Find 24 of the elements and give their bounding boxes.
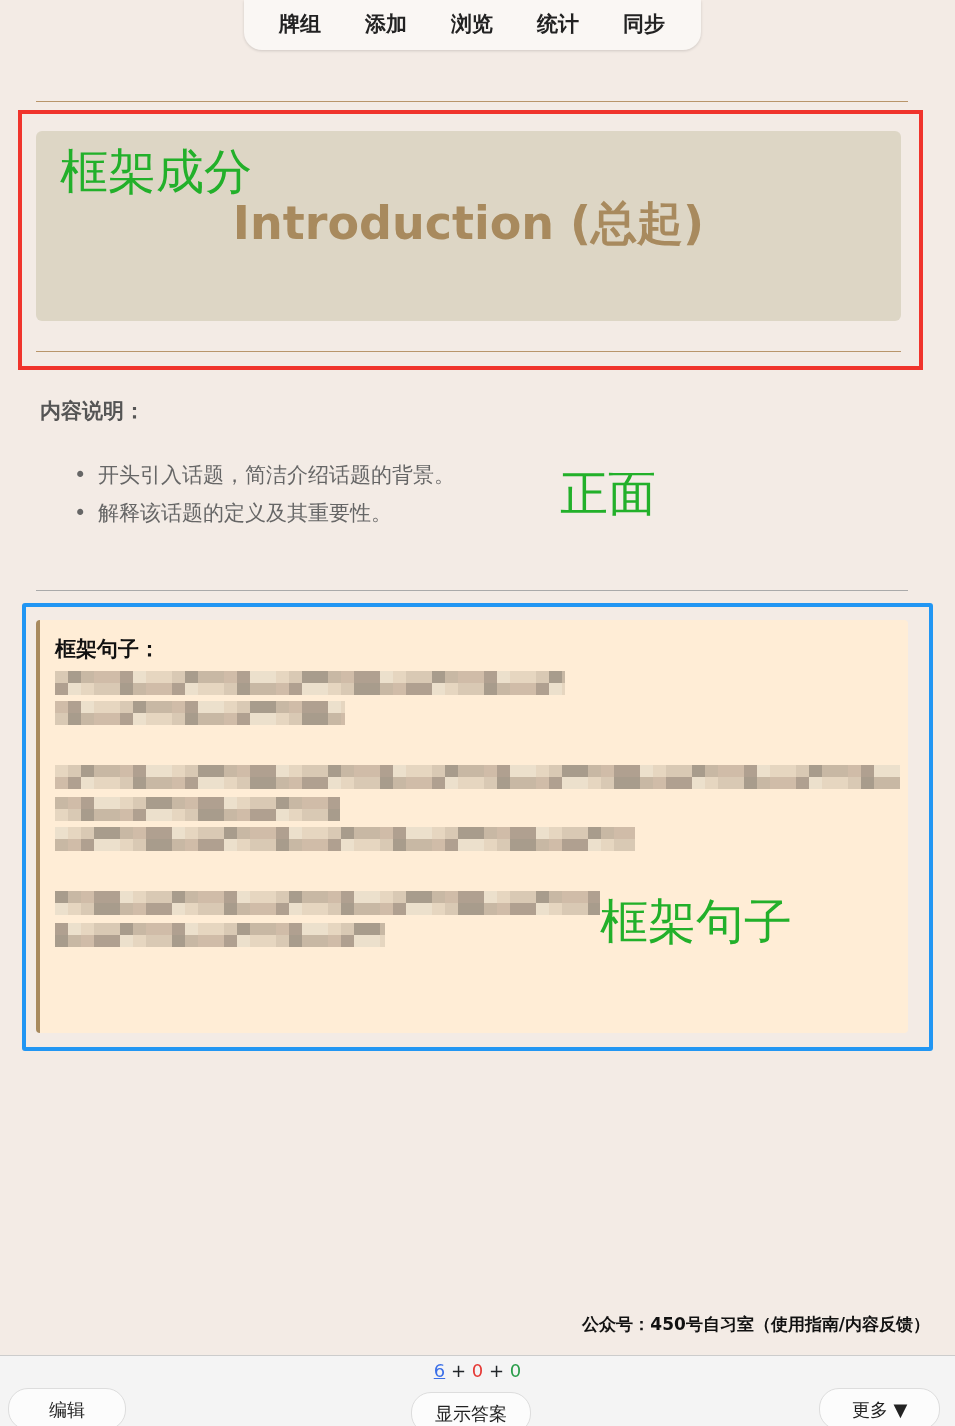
footer-note: 公众号：450号自习室（使用指南/内容反馈） — [582, 1312, 930, 1336]
annotation-label: 框架成分 — [60, 145, 253, 198]
show-answer-button[interactable]: 显示答案 — [411, 1392, 531, 1426]
menu-link[interactable]: 添加 — [343, 9, 429, 41]
plus-sign: + — [488, 1360, 505, 1381]
bullet: • — [74, 461, 87, 489]
menu-link[interactable]: 浏览 — [429, 9, 515, 41]
menu-link[interactable]: 统计 — [515, 9, 601, 41]
card-count: 0 — [509, 1360, 522, 1381]
section-heading: 内容说明： — [40, 398, 146, 425]
annotation-label: 正面 — [560, 467, 657, 520]
bullet: • — [74, 499, 87, 527]
list-item: 开头引入话题，简洁介绍话题的背景。 — [98, 461, 456, 489]
plus-sign: + — [450, 1360, 467, 1381]
card-count: 0 — [471, 1360, 484, 1381]
more-button[interactable]: 更多 ▼ — [819, 1388, 940, 1426]
menu-link[interactable]: 牌组 — [257, 9, 343, 41]
list-item: 解释该话题的定义及其重要性。 — [98, 499, 393, 527]
edit-button[interactable]: 编辑 — [8, 1388, 126, 1426]
card-title: Introduction (总起) — [231, 199, 706, 246]
menu-link[interactable]: 同步 — [601, 9, 687, 41]
annotation-label: 框架句子 — [600, 895, 792, 948]
card-count[interactable]: 6 — [433, 1360, 446, 1381]
card-heading: 框架句子： — [55, 635, 161, 663]
